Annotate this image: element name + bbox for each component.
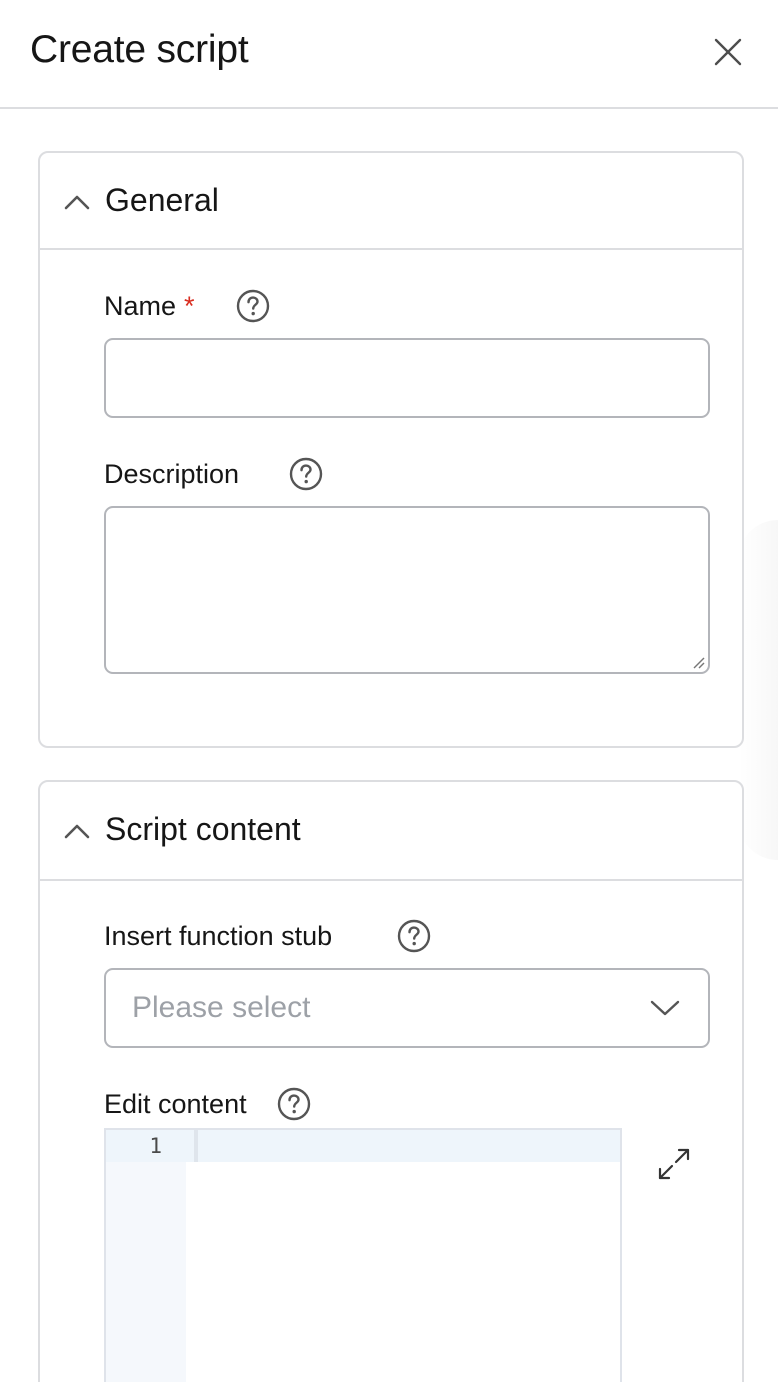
question-circle-icon[interactable] — [396, 918, 432, 954]
chevron-down-icon — [650, 1000, 680, 1016]
expand-arrows-icon — [658, 1148, 690, 1180]
code-editor[interactable]: 1 — [104, 1128, 622, 1382]
function-stub-select[interactable]: Please select — [104, 968, 710, 1048]
expand-editor-button[interactable] — [656, 1146, 692, 1182]
required-marker: * — [184, 291, 195, 321]
description-textarea[interactable] — [104, 506, 710, 674]
create-script-panel: Create script General Name* Description — [0, 0, 778, 1382]
chevron-up-icon — [64, 195, 90, 210]
script-content-section-title: Script content — [105, 811, 301, 847]
question-circle-icon[interactable] — [288, 456, 324, 492]
function-stub-label: Insert function stub — [104, 921, 333, 951]
chevron-up-icon — [64, 824, 90, 839]
editor-cursor — [194, 1130, 198, 1162]
name-label-text: Name — [104, 291, 177, 321]
page-title: Create script — [30, 28, 249, 71]
description-label: Description — [104, 459, 240, 489]
edit-content-label: Edit content — [104, 1089, 247, 1119]
script-content-section-header[interactable]: Script content — [40, 782, 742, 881]
close-icon — [714, 38, 742, 66]
edge-shadow — [738, 520, 778, 860]
name-input[interactable] — [104, 338, 710, 418]
editor-active-line — [106, 1130, 620, 1162]
editor-gutter — [106, 1130, 186, 1382]
name-label: Name * — [104, 291, 195, 322]
question-circle-icon[interactable] — [235, 288, 271, 324]
function-stub-placeholder: Please select — [132, 991, 311, 1024]
resize-grip-icon[interactable] — [690, 654, 706, 670]
question-circle-icon[interactable] — [276, 1086, 312, 1122]
line-number: 1 — [149, 1134, 162, 1158]
close-button[interactable] — [706, 30, 750, 74]
panel-header: Create script — [0, 0, 778, 109]
general-section-header[interactable]: General — [40, 153, 742, 250]
general-section-title: General — [105, 182, 219, 218]
